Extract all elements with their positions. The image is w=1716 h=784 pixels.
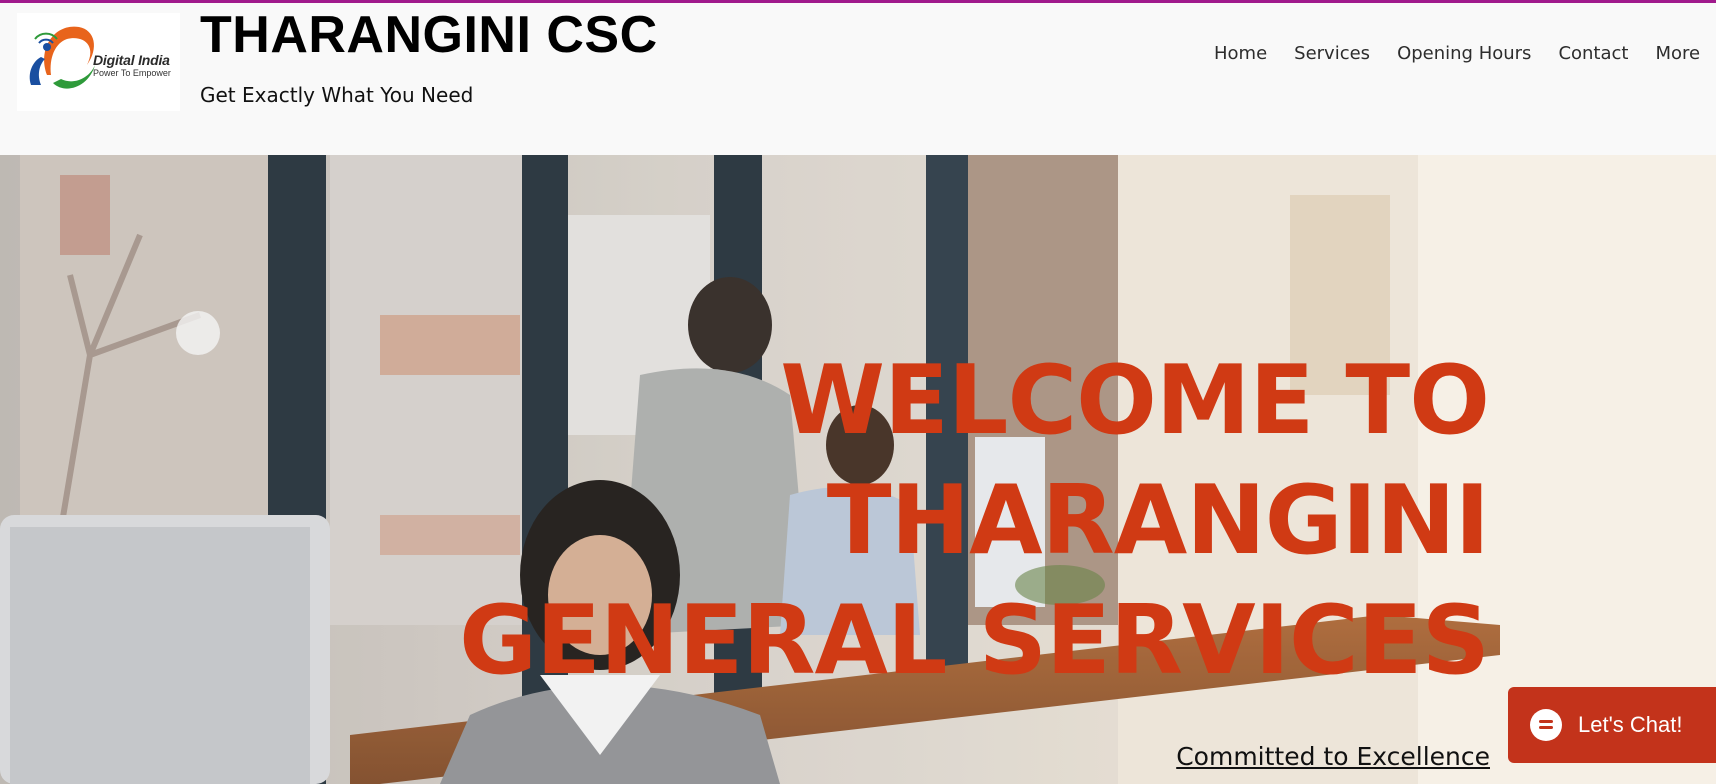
hero-subtext-link[interactable]: Committed to Excellence	[1176, 742, 1490, 771]
logo-text: Digital India Power To Empower	[93, 53, 171, 78]
hero-heading: WELCOME TO THARANGINI GENERAL SERVICES	[459, 341, 1490, 701]
nav-item-contact[interactable]: Contact	[1558, 43, 1628, 64]
chat-label: Let's Chat!	[1578, 712, 1683, 737]
main-nav: Home Services Opening Hours Contact More	[1214, 43, 1700, 64]
hero-heading-line-3: GENERAL SERVICES	[459, 586, 1490, 696]
logo-line2: Power To Empower	[93, 68, 171, 78]
hero-heading-line-1: WELCOME TO	[780, 346, 1490, 456]
site-tagline: Get Exactly What You Need	[200, 83, 474, 107]
site-logo[interactable]: Digital India Power To Empower	[17, 13, 180, 111]
site-title[interactable]: THARANGINI CSC	[200, 5, 658, 65]
hero-heading-line-2: THARANGINI	[826, 466, 1490, 576]
nav-item-services[interactable]: Services	[1294, 43, 1370, 64]
logo-line1: Digital India	[93, 52, 170, 68]
nav-item-more[interactable]: More	[1655, 43, 1700, 64]
nav-item-home[interactable]: Home	[1214, 43, 1267, 64]
hero-section: WELCOME TO THARANGINI GENERAL SERVICES C…	[0, 155, 1716, 784]
lets-chat-button[interactable]: Let's Chat!	[1508, 687, 1716, 763]
page: Digital India Power To Empower THARANGIN…	[0, 0, 1716, 784]
chat-bubble-icon	[1530, 709, 1562, 741]
nav-item-opening-hours[interactable]: Opening Hours	[1397, 43, 1531, 64]
site-header: Digital India Power To Empower THARANGIN…	[0, 3, 1716, 155]
